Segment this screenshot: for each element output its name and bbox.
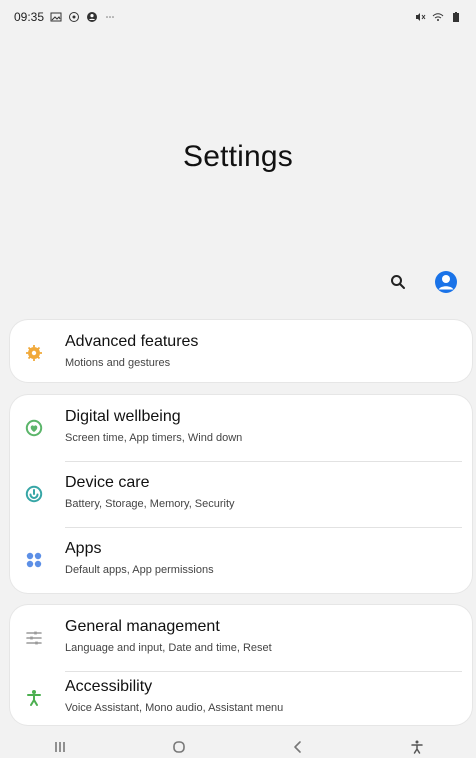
profile-button[interactable] (432, 268, 460, 296)
status-bar: 09:35 (0, 0, 476, 34)
setting-title: General management (65, 618, 220, 635)
setting-subtitle: Screen time, App timers, Wind down (65, 432, 243, 444)
setting-advanced-features[interactable]: Advanced features Motions and gestures (10, 320, 472, 386)
home-icon (172, 740, 185, 753)
wifi-icon (432, 11, 444, 23)
accessibility-shortcut-button[interactable] (406, 739, 428, 755)
setting-apps[interactable]: Apps Default apps, App permissions (10, 527, 472, 593)
more-dots-icon (104, 11, 116, 23)
recent-apps-icon (54, 741, 65, 752)
home-button[interactable] (168, 739, 190, 755)
setting-title: Apps (65, 540, 102, 557)
profile-icon (435, 271, 457, 293)
setting-subtitle: Language and input, Date and time, Reset (65, 642, 272, 654)
header-actions (384, 268, 460, 296)
settings-card-2: Digital wellbeing Screen time, App timer… (10, 395, 472, 593)
advanced-features-icon (25, 344, 43, 362)
search-button[interactable] (384, 268, 412, 296)
battery-icon (450, 11, 462, 23)
apps-icon (25, 551, 43, 569)
setting-subtitle: Motions and gestures (65, 357, 171, 369)
general-management-icon (25, 629, 43, 647)
whatsapp-icon (68, 11, 80, 23)
accessibility-icon (25, 689, 43, 707)
settings-card-3: General management Language and input, D… (10, 605, 472, 725)
setting-title: Device care (65, 474, 150, 491)
page-title: Settings (183, 140, 293, 173)
account-circle-icon (86, 11, 98, 23)
navigation-bar (0, 735, 476, 758)
setting-device-care[interactable]: Device care Battery, Storage, Memory, Se… (10, 461, 472, 527)
setting-title: Digital wellbeing (65, 408, 181, 425)
setting-accessibility[interactable]: Accessibility Voice Assistant, Mono audi… (10, 665, 472, 731)
status-left: 09:35 (14, 10, 116, 24)
recent-apps-button[interactable] (49, 739, 71, 755)
setting-title: Accessibility (65, 678, 153, 695)
digital-wellbeing-icon (25, 419, 43, 437)
back-button[interactable] (287, 739, 309, 755)
setting-subtitle: Default apps, App permissions (65, 564, 214, 576)
mute-icon (414, 11, 426, 23)
setting-subtitle: Voice Assistant, Mono audio, Assistant m… (65, 702, 284, 714)
device-care-icon (25, 485, 43, 503)
image-icon (50, 11, 62, 23)
setting-title: Advanced features (65, 333, 199, 350)
status-right (414, 11, 462, 23)
settings-card-1: Advanced features Motions and gestures (10, 320, 472, 382)
setting-digital-wellbeing[interactable]: Digital wellbeing Screen time, App timer… (10, 395, 472, 461)
setting-general-management[interactable]: General management Language and input, D… (10, 605, 472, 671)
back-icon (293, 740, 301, 753)
status-time: 09:35 (14, 10, 45, 24)
search-icon (391, 275, 405, 289)
setting-subtitle: Battery, Storage, Memory, Security (65, 498, 235, 510)
accessibility-shortcut-icon (410, 740, 423, 754)
